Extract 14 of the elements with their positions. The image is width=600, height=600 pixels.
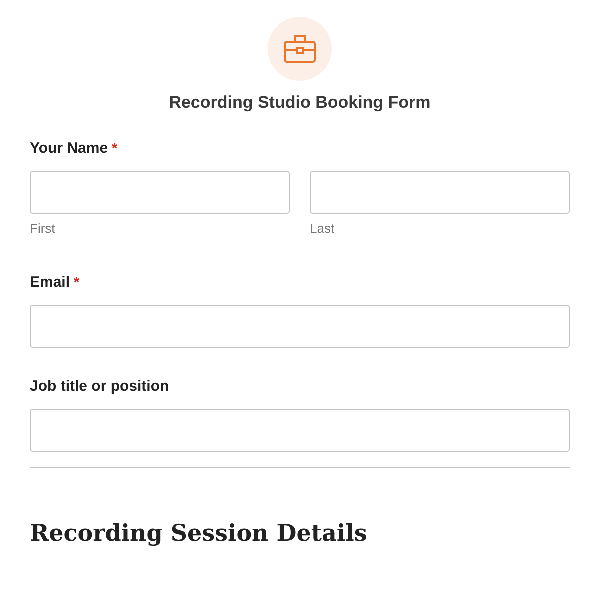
section-heading: Recording Session Details	[30, 520, 368, 547]
text-input[interactable]	[30, 409, 570, 452]
required-asterisk: *	[112, 140, 118, 156]
field-label: Job title or position	[30, 378, 170, 395]
briefcase-icon	[284, 35, 316, 63]
form-title: Recording Studio Booking Form	[169, 93, 431, 113]
field-sublabel: First	[30, 221, 56, 236]
field-label: Email	[30, 274, 70, 291]
text-input[interactable]	[30, 305, 570, 348]
text-input[interactable]	[310, 171, 570, 214]
required-asterisk: *	[74, 274, 80, 290]
text-input[interactable]	[30, 171, 290, 214]
field-sublabel: Last	[310, 221, 336, 236]
field-label: Your Name	[30, 140, 108, 157]
